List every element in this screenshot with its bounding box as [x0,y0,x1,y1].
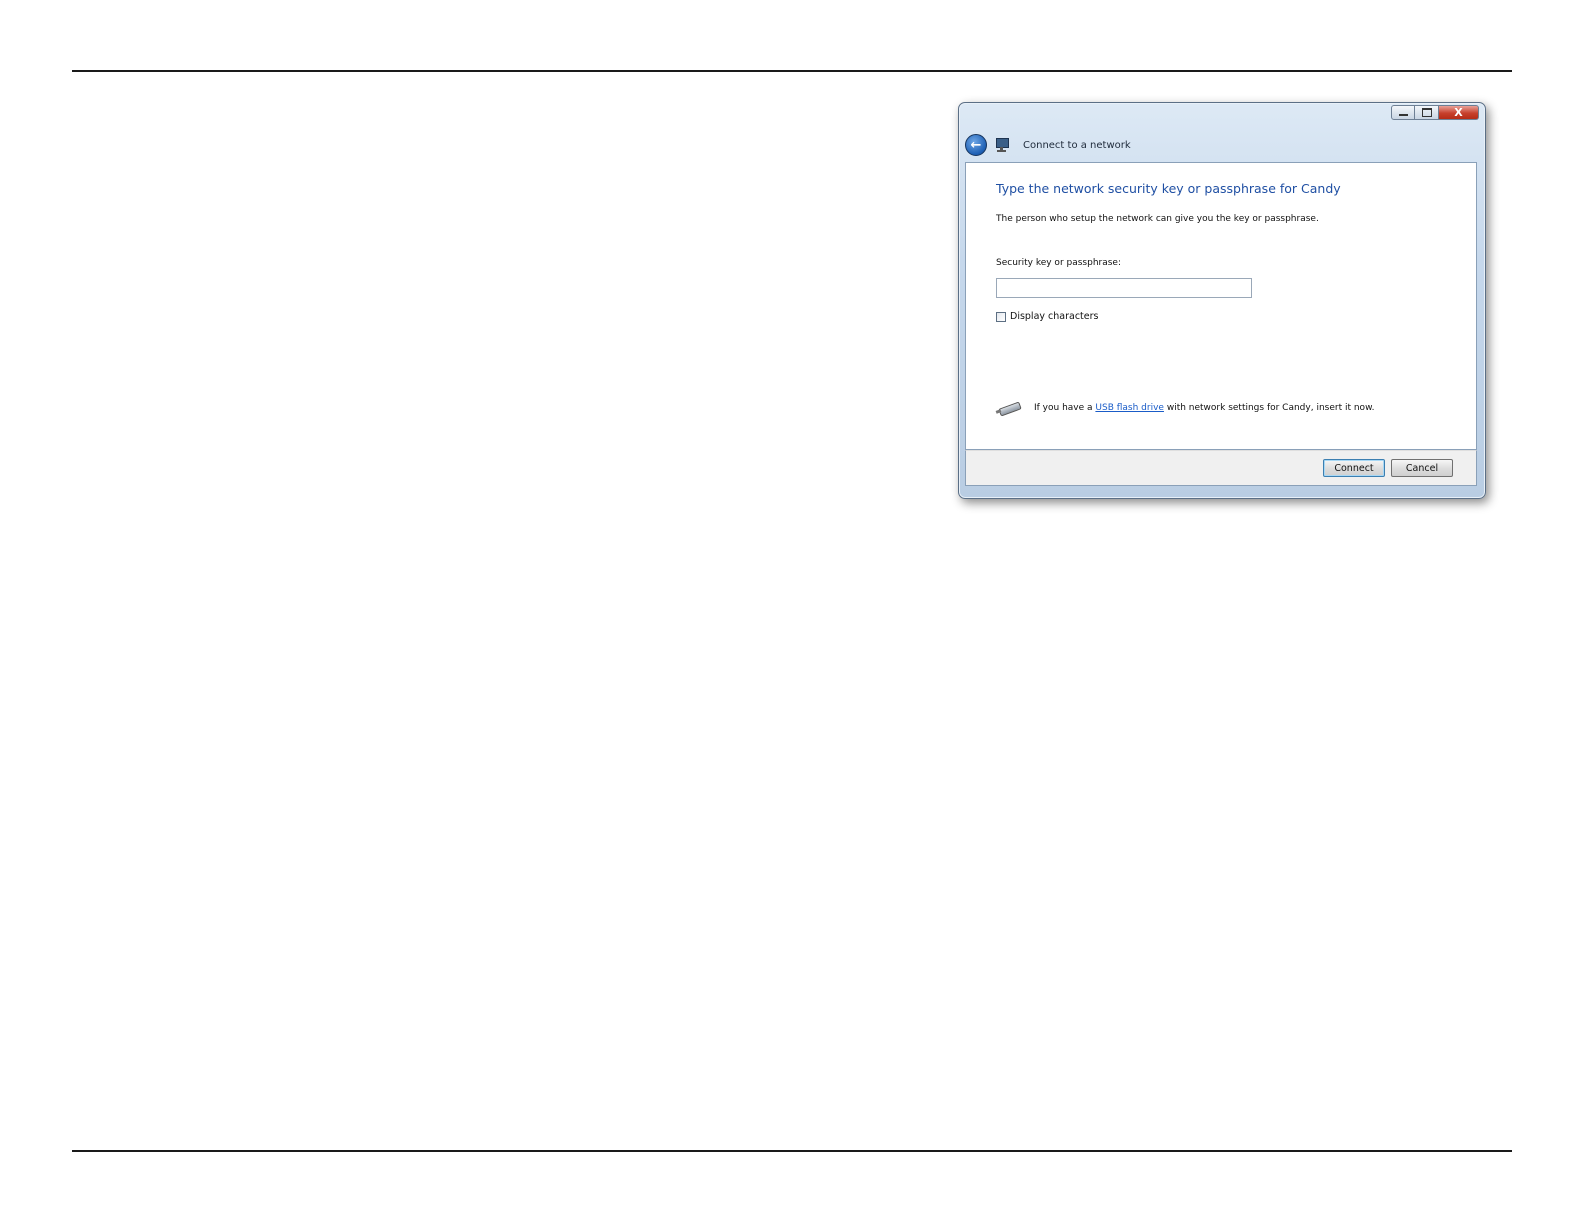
usb-row: If you have a USB flash drive with netwo… [995,401,1374,417]
cancel-button[interactable]: Cancel [1391,459,1453,477]
dialog-footer: Connect Cancel [965,450,1477,486]
back-arrow-icon: ← [970,137,982,153]
dialog-subtext: The person who setup the network can giv… [996,214,1319,224]
dialog-content: Type the network security key or passphr… [965,162,1477,450]
bottom-rule [72,1150,1512,1152]
maximize-button[interactable] [1415,105,1439,120]
display-characters-checkbox[interactable] [996,311,1006,322]
minimize-button[interactable] [1391,105,1415,120]
top-rule [72,70,1512,72]
window-title: Connect to a network [1023,139,1131,151]
security-key-input[interactable] [996,278,1252,298]
close-icon: X [1454,106,1463,119]
connect-dialog-window: X ← Connect to a network Type the networ… [958,102,1486,499]
caption-buttons: X [1391,105,1479,120]
network-icon [995,137,1011,153]
close-button[interactable]: X [1439,105,1479,120]
usb-drive-icon [995,401,1024,417]
page: X ← Connect to a network Type the networ… [0,0,1585,1225]
usb-text: If you have a USB flash drive with netwo… [1034,403,1374,413]
dialog-heading: Type the network security key or passphr… [996,181,1341,196]
display-characters-label[interactable]: Display characters [1010,311,1098,322]
usb-flash-drive-link[interactable]: USB flash drive [1095,403,1164,413]
maximize-icon [1421,108,1432,117]
connect-button[interactable]: Connect [1323,459,1385,477]
back-button[interactable]: ← [965,134,987,156]
minimize-icon [1398,114,1408,116]
display-characters-row[interactable]: Display characters [996,311,1098,322]
usb-text-prefix: If you have a [1034,403,1096,413]
nav-row: ← Connect to a network [965,134,1131,156]
usb-text-suffix: with network settings for Candy, insert … [1163,403,1375,413]
security-key-label: Security key or passphrase: [996,258,1121,268]
